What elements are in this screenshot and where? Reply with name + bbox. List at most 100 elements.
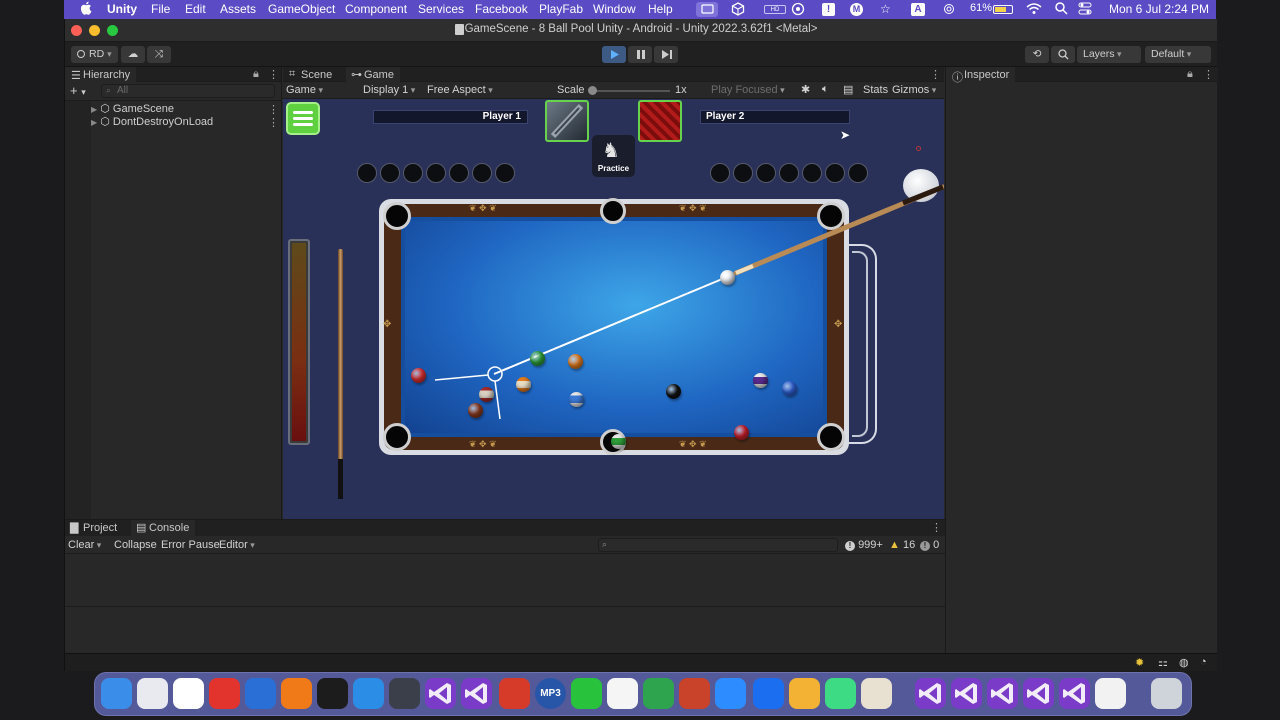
menu-help[interactable]: Help — [648, 2, 673, 16]
more-options-icon[interactable]: ⋮ — [268, 68, 279, 81]
activity-monitor-icon[interactable] — [317, 678, 348, 709]
display-dropdown[interactable]: Display 1 — [363, 84, 425, 96]
aspect-dropdown[interactable]: Free Aspect — [427, 84, 551, 96]
anydesk-icon[interactable] — [209, 678, 240, 709]
freeform-icon[interactable] — [607, 678, 638, 709]
mp3-converter-icon[interactable]: MP3 — [535, 678, 566, 709]
keyboard-icon[interactable]: ▤ — [843, 83, 853, 96]
visual-studio-icon[interactable] — [461, 678, 492, 709]
play-button[interactable] — [602, 46, 626, 63]
more-options-icon[interactable]: ⋮ — [1203, 68, 1214, 81]
launchpad-icon[interactable] — [137, 678, 168, 709]
row-more-icon[interactable]: ⋮ — [268, 103, 279, 116]
menu-facebook[interactable]: Facebook — [475, 2, 528, 16]
notes-icon[interactable] — [861, 678, 892, 709]
wifi-icon[interactable] — [1026, 2, 1042, 18]
altstore-icon[interactable] — [245, 678, 276, 709]
unity-icon[interactable] — [731, 2, 745, 19]
network-icon[interactable]: ⚏ — [1158, 656, 1168, 669]
safari-icon[interactable] — [353, 678, 384, 709]
visual-studio-icon[interactable] — [951, 678, 982, 709]
game-mode-dropdown[interactable]: Game — [286, 84, 354, 96]
unity-icon[interactable] — [1095, 678, 1126, 709]
error-pause-toggle[interactable]: Error Pause — [161, 539, 220, 551]
step-button[interactable] — [654, 46, 678, 63]
info-filter-button[interactable]: ! 999+ — [845, 539, 883, 551]
error-filter-button[interactable]: ! 0 — [920, 539, 939, 551]
collapse-toggle[interactable]: Collapse — [114, 539, 157, 551]
remote-desktop-icon[interactable] — [499, 678, 530, 709]
warning-filter-button[interactable]: ▲ 16 — [889, 539, 915, 551]
numbers-icon[interactable] — [643, 678, 674, 709]
blender-icon[interactable] — [281, 678, 312, 709]
trash-icon[interactable] — [1151, 678, 1182, 709]
menu-file[interactable]: File — [151, 2, 170, 16]
visual-studio-icon[interactable] — [987, 678, 1018, 709]
battery-icon[interactable] — [993, 5, 1013, 14]
hierarchy-row-gamescene[interactable]: ▶ ⬡ GameScene — [91, 102, 174, 115]
console-search-input[interactable]: ⌕ — [598, 538, 838, 552]
row-more-icon[interactable]: ⋮ — [268, 116, 279, 129]
pause-button[interactable] — [628, 46, 652, 63]
menu-edit[interactable]: Edit — [185, 2, 206, 16]
hierarchy-search-input[interactable]: ⌕ All — [101, 84, 275, 98]
chrome-icon[interactable] — [173, 678, 204, 709]
editor-dropdown[interactable]: Editor — [219, 539, 255, 551]
clear-dropdown[interactable]: Clear — [68, 539, 101, 551]
scale-slider-handle[interactable] — [588, 86, 597, 95]
more-options-icon[interactable]: ⋮ — [930, 68, 941, 81]
clock[interactable]: Mon 6 Jul 2:24 PM — [1109, 2, 1209, 16]
whatsapp-icon[interactable] — [571, 678, 602, 709]
roblox-icon[interactable] — [753, 678, 784, 709]
menu-services[interactable]: Services — [418, 2, 464, 16]
tab-console[interactable]: ▤ Console — [131, 520, 196, 537]
tab-project[interactable]: ▇ Project — [65, 520, 123, 537]
stats-button[interactable]: Stats — [863, 84, 888, 96]
create-button[interactable]: + ▾ — [70, 83, 86, 98]
more-options-icon[interactable]: ⋮ — [931, 521, 942, 534]
layout-dropdown[interactable]: Default — [1145, 46, 1211, 63]
lock-icon[interactable]: 🔒︎ — [253, 68, 259, 81]
history-icon[interactable]: ⟲ — [1025, 46, 1049, 63]
apple-icon[interactable] — [80, 1, 92, 18]
game-view[interactable]: Player 1 ♞ Practice Player 2 ➤ ❦ ✥ ❦ ❦ ✥… — [283, 99, 944, 519]
star-icon[interactable]: ☆ — [880, 2, 891, 16]
scale-slider[interactable] — [588, 86, 670, 95]
airdrop-icon[interactable] — [942, 2, 956, 19]
expand-arrow-icon[interactable]: ▶ — [91, 118, 97, 127]
menu-unity[interactable]: Unity — [107, 2, 137, 16]
collab-status-icon[interactable]: ◔ — [1200, 656, 1207, 668]
expand-arrow-icon[interactable]: ▶ — [91, 105, 97, 114]
display-icon[interactable] — [696, 2, 718, 17]
android-studio-icon[interactable] — [825, 678, 856, 709]
keyboard-a-icon[interactable]: A — [911, 3, 925, 16]
cue-ball[interactable] — [720, 270, 735, 285]
collab-icon[interactable]: ⤨ — [147, 46, 171, 63]
lock-icon[interactable]: 🔒︎ — [1187, 68, 1193, 81]
lighting-icon[interactable]: ✹ — [1135, 656, 1144, 669]
menu-window[interactable]: Window — [593, 2, 636, 16]
tab-inspector[interactable]: ⓘ Inspector — [946, 67, 1016, 84]
play-focused-dropdown[interactable]: Play Focused — [711, 84, 793, 96]
search-icon[interactable] — [1051, 46, 1075, 63]
menu-assets[interactable]: Assets — [220, 2, 256, 16]
visual-studio-icon[interactable] — [425, 678, 456, 709]
cache-icon[interactable]: ◍ — [1179, 656, 1189, 669]
gizmos-dropdown[interactable]: Gizmos — [892, 84, 936, 96]
hierarchy-row-dontdestroyonload[interactable]: ▶ ⬡ DontDestroyOnLoad — [91, 115, 213, 128]
visual-studio-icon[interactable] — [915, 678, 946, 709]
visual-studio-icon[interactable] — [1059, 678, 1090, 709]
unity-hub-icon[interactable] — [389, 678, 420, 709]
menu-playfab[interactable]: PlayFab — [539, 2, 583, 16]
audio-icon[interactable]: 🔈︎ — [822, 83, 829, 96]
alert-icon[interactable]: ! — [822, 3, 835, 16]
visual-studio-icon[interactable] — [1023, 678, 1054, 709]
bug-icon[interactable]: ✱ — [801, 83, 810, 96]
search-icon[interactable] — [1055, 2, 1068, 18]
store-icon[interactable] — [789, 678, 820, 709]
zoom-icon[interactable] — [715, 678, 746, 709]
finder-icon[interactable] — [101, 678, 132, 709]
layers-dropdown[interactable]: Layers — [1077, 46, 1141, 63]
powerpoint-icon[interactable] — [679, 678, 710, 709]
control-center-icon[interactable] — [1078, 2, 1092, 18]
